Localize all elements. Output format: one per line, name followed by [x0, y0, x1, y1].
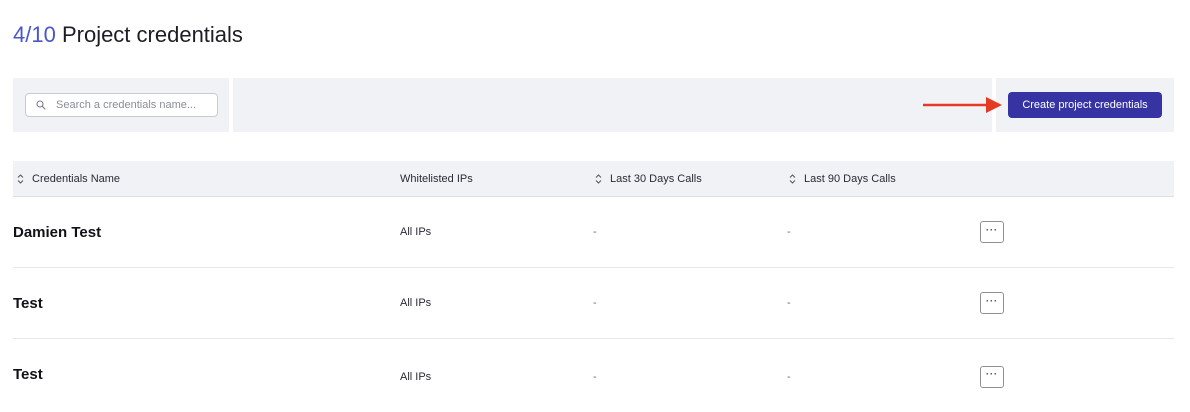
- credentials-name: Test: [13, 294, 43, 312]
- row-actions-cell: ···: [980, 339, 1004, 410]
- column-header-last-30-days-calls[interactable]: Last 30 Days Calls: [595, 161, 702, 197]
- whitelisted-ips-value: All IPs: [400, 226, 432, 238]
- last-30-days-calls-value: -: [593, 370, 597, 383]
- page-title: 4/10 Project credentials: [13, 22, 243, 48]
- table-row[interactable]: Test All IPs - - ···: [13, 339, 1174, 410]
- more-options-button[interactable]: ···: [980, 221, 1004, 243]
- column-header-credentials-name[interactable]: Credentials Name: [17, 161, 120, 197]
- column-header-whitelisted-ips: Whitelisted IPs: [400, 161, 473, 197]
- table-header: Credentials Name Whitelisted IPs Last 30…: [13, 161, 1174, 197]
- last-90-days-calls-value: -: [787, 297, 791, 309]
- search-field[interactable]: [25, 93, 218, 117]
- last-30-days-calls-value: -: [593, 297, 597, 309]
- sort-icon: [595, 174, 602, 184]
- last-90-days-calls-value: -: [787, 226, 791, 238]
- last-90-days-calls-value: -: [787, 370, 791, 383]
- sort-icon: [789, 174, 796, 184]
- column-header-label: Whitelisted IPs: [400, 173, 473, 185]
- annotation-arrow-icon: [923, 97, 1002, 113]
- column-header-last-90-days-calls[interactable]: Last 90 Days Calls: [789, 161, 896, 197]
- search-icon: [36, 100, 46, 110]
- page-title-text: Project credentials: [61, 22, 243, 47]
- column-header-label: Credentials Name: [32, 173, 121, 185]
- whitelisted-ips-value: All IPs: [400, 297, 432, 309]
- column-header-label: Last 90 Days Calls: [804, 173, 896, 185]
- toolbar-divider: [229, 78, 233, 132]
- table-row[interactable]: Test All IPs - - ···: [13, 268, 1174, 339]
- row-actions-cell: ···: [980, 268, 1004, 338]
- search-input[interactable]: [56, 99, 216, 111]
- last-30-days-calls-value: -: [593, 226, 597, 238]
- whitelisted-ips-value: All IPs: [400, 370, 432, 383]
- table-row[interactable]: Damien Test All IPs - - ···: [13, 197, 1174, 268]
- credentials-name: Damien Test: [13, 223, 102, 241]
- credentials-count: 4/10: [13, 22, 56, 47]
- more-options-button[interactable]: ···: [980, 292, 1004, 314]
- create-project-credentials-button[interactable]: Create project credentials: [1008, 92, 1162, 118]
- sort-icon: [17, 174, 24, 184]
- row-actions-cell: ···: [980, 197, 1004, 267]
- more-options-button[interactable]: ···: [980, 365, 1004, 388]
- column-header-label: Last 30 Days Calls: [610, 173, 702, 185]
- credentials-name: Test: [13, 366, 43, 383]
